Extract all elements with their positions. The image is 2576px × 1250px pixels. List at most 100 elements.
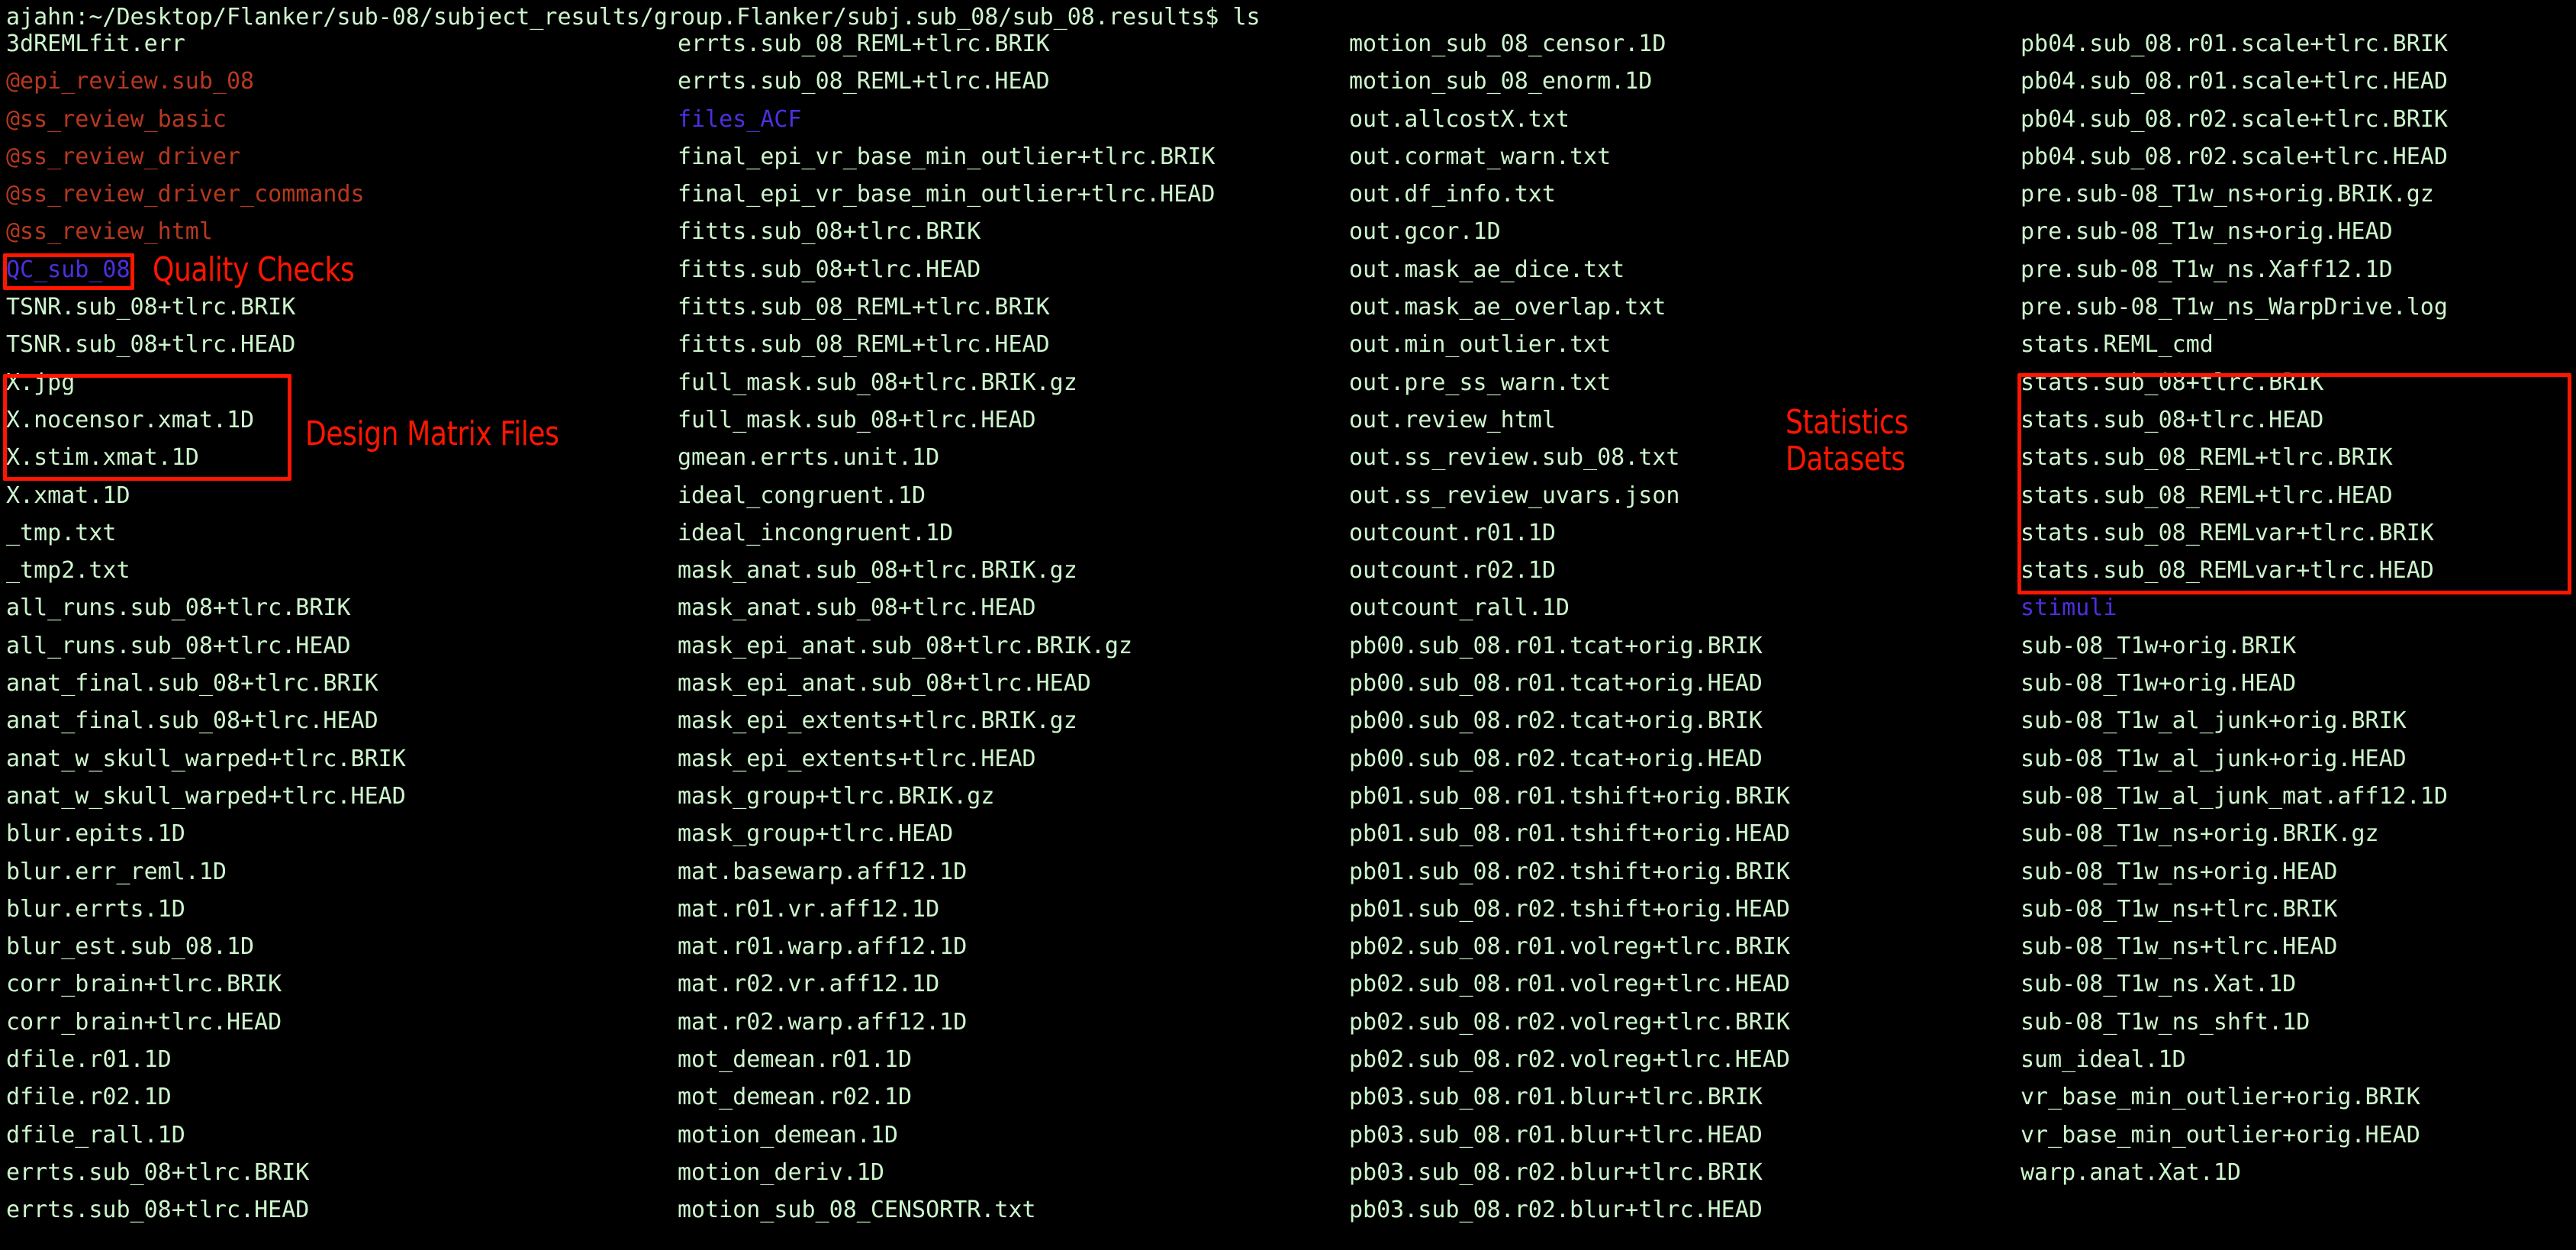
file-entry: out.ss_review.sub_08.txt [1349,444,1680,472]
file-entry: pb02.sub_08.r01.volreg+tlrc.BRIK [1349,933,1790,961]
file-entry: sub-08_T1w_ns.Xat.1D [2021,971,2297,998]
file-entry: sub-08_T1w_ns+orig.BRIK.gz [2021,820,2379,848]
file-entry: pre.sub-08_T1w_ns.Xaff12.1D [2021,256,2393,283]
file-entry: pb00.sub_08.r01.tcat+orig.BRIK [1349,632,1763,659]
file-entry: out.cormat_warn.txt [1349,143,1612,170]
file-entry: outcount_rall.1D [1349,594,1570,622]
file-entry: pre.sub-08_T1w_ns+orig.BRIK.gz [2021,181,2434,208]
file-entry: anat_w_skull_warped+tlrc.BRIK [6,745,406,772]
file-entry: sub-08_T1w_al_junk+orig.BRIK [2021,707,2407,735]
file-entry: 3dREMLfit.err [6,31,185,57]
file-entry: sub-08_T1w_ns+tlrc.HEAD [2021,933,2338,961]
file-entry: anat_final.sub_08+tlrc.BRIK [6,670,378,697]
file-entry: outcount.r02.1D [1349,557,1556,585]
file-entry: out.min_outlier.txt [1349,331,1612,359]
file-entry: pb00.sub_08.r02.tcat+orig.HEAD [1349,745,1763,772]
file-entry: TSNR.sub_08+tlrc.HEAD [6,331,296,359]
annotation-label-quality-checks: Quality Checks [153,250,355,289]
file-entry: pb01.sub_08.r01.tshift+orig.BRIK [1349,782,1790,810]
file-entry: sub-08_T1w_ns+orig.HEAD [2021,858,2338,885]
file-entry: errts.sub_08_REML+tlrc.HEAD [678,68,1050,95]
file-entry: mat.r02.warp.aff12.1D [678,1008,968,1036]
file-entry: TSNR.sub_08+tlrc.BRIK [6,294,296,321]
file-entry: _tmp.txt [6,519,117,546]
file-entry: errts.sub_08+tlrc.BRIK [6,1158,310,1186]
file-entry: dfile.r01.1D [6,1046,172,1074]
file-entry: pb03.sub_08.r02.blur+tlrc.HEAD [1349,1197,1763,1224]
file-entry: mask_group+tlrc.BRIK.gz [678,782,995,810]
file-entry: out.allcostX.txt [1349,105,1570,133]
file-entry: pb00.sub_08.r01.tcat+orig.HEAD [1349,670,1763,697]
file-entry: _tmp2.txt [6,557,130,585]
file-entry: warp.anat.Xat.1D [2021,1158,2241,1186]
file-entry: sub-08_T1w+orig.HEAD [2021,670,2297,697]
file-entry: mot_demean.r01.1D [678,1046,913,1074]
file-entry: pb02.sub_08.r01.volreg+tlrc.HEAD [1349,971,1790,998]
file-entry: errts.sub_08_REML+tlrc.BRIK [678,31,1050,57]
executable-entry: @epi_review.sub_08 [6,68,255,95]
annotation-label-statistics-line1: Statistics [1785,403,1908,442]
file-entry: gmean.errts.unit.1D [678,444,940,472]
terminal-window: ajahn:~/Desktop/Flanker/sub-08/subject_r… [0,0,2576,1250]
file-entry: out.pre_ss_warn.txt [1349,369,1612,396]
file-entry: stats.sub_08_REMLvar+tlrc.HEAD [2021,557,2434,585]
ls-column-2: errts.sub_08_REML+tlrc.BRIK errts.sub_08_… [678,25,1215,1229]
file-entry: mask_epi_anat.sub_08+tlrc.BRIK.gz [678,632,1133,659]
file-entry: mask_anat.sub_08+tlrc.BRIK.gz [678,557,1077,585]
file-entry: motion_sub_08_CENSORTR.txt [678,1197,1036,1224]
file-entry: mask_anat.sub_08+tlrc.HEAD [678,594,1036,622]
file-entry: all_runs.sub_08+tlrc.BRIK [6,594,351,622]
file-entry: all_runs.sub_08+tlrc.HEAD [6,632,351,659]
file-entry: mask_epi_anat.sub_08+tlrc.HEAD [678,670,1091,697]
file-entry: mat.r01.warp.aff12.1D [678,933,968,961]
file-entry: out.mask_ae_overlap.txt [1349,294,1666,321]
directory-entry: stimuli [2021,594,2117,622]
annotation-label-statistics-datasets: Statistics Datasets [1785,404,1908,478]
file-entry: pb01.sub_08.r02.tshift+orig.HEAD [1349,895,1790,923]
file-entry: sum_ideal.1D [2021,1046,2186,1074]
file-entry: pb03.sub_08.r02.blur+tlrc.BRIK [1349,1158,1763,1186]
file-entry: dfile.r02.1D [6,1084,172,1111]
file-entry: stats.sub_08+tlrc.HEAD [2021,406,2324,433]
ls-column-1: 3dREMLfit.err @epi_review.sub_08 @ss_revie… [6,25,406,1229]
file-entry: stats.sub_08_REMLvar+tlrc.BRIK [2021,519,2434,546]
file-entry: pb01.sub_08.r02.tshift+orig.BRIK [1349,858,1790,885]
file-entry: ideal_incongruent.1D [678,519,954,546]
file-entry: outcount.r01.1D [1349,519,1556,546]
file-entry: final_epi_vr_base_min_outlier+tlrc.HEAD [678,181,1216,208]
file-entry: final_epi_vr_base_min_outlier+tlrc.BRIK [678,143,1216,170]
file-entry: mask_group+tlrc.HEAD [678,820,954,848]
file-entry: out.review_html [1349,406,1556,433]
file-entry: pre.sub-08_T1w_ns+orig.HEAD [2021,218,2393,246]
file-entry: pb00.sub_08.r02.tcat+orig.BRIK [1349,707,1763,735]
file-entry: out.gcor.1D [1349,218,1501,246]
file-entry: full_mask.sub_08+tlrc.BRIK.gz [678,369,1077,396]
file-entry: corr_brain+tlrc.HEAD [6,1008,282,1036]
file-entry: errts.sub_08+tlrc.HEAD [6,1197,310,1224]
executable-entry: @ss_review_html [6,218,213,246]
file-entry: sub-08_T1w_ns_shft.1D [2021,1008,2310,1036]
ls-column-4: pb04.sub_08.r01.scale+tlrc.BRIK pb04.sub_… [2021,25,2448,1191]
file-entry: stats.sub_08_REML+tlrc.HEAD [2021,482,2393,509]
file-entry: full_mask.sub_08+tlrc.HEAD [678,406,1036,433]
file-entry: fitts.sub_08+tlrc.HEAD [678,256,981,283]
file-entry: sub-08_T1w+orig.BRIK [2021,632,2297,659]
file-entry: sub-08_T1w_al_junk_mat.aff12.1D [2021,782,2448,810]
file-entry: pb02.sub_08.r02.volreg+tlrc.BRIK [1349,1008,1790,1036]
file-entry: corr_brain+tlrc.BRIK [6,971,282,998]
file-entry: blur.errts.1D [6,895,185,923]
file-entry: stats.sub_08_REML+tlrc.BRIK [2021,444,2393,472]
file-entry: fitts.sub_08+tlrc.BRIK [678,218,981,246]
file-entry: motion_sub_08_censor.1D [1349,31,1666,57]
file-entry: anat_w_skull_warped+tlrc.HEAD [6,782,406,810]
file-entry: out.ss_review_uvars.json [1349,482,1680,509]
file-entry: pb04.sub_08.r01.scale+tlrc.BRIK [2021,31,2448,57]
file-entry: blur_est.sub_08.1D [6,933,255,961]
executable-entry: @ss_review_driver [6,143,241,170]
file-entry: pb01.sub_08.r01.tshift+orig.HEAD [1349,820,1790,848]
file-entry: mat.r02.vr.aff12.1D [678,971,940,998]
file-entry: pb02.sub_08.r02.volreg+tlrc.HEAD [1349,1046,1790,1074]
file-entry: vr_base_min_outlier+orig.BRIK [2021,1084,2420,1111]
file-entry: motion_deriv.1D [678,1158,884,1186]
file-entry: ideal_congruent.1D [678,482,926,509]
